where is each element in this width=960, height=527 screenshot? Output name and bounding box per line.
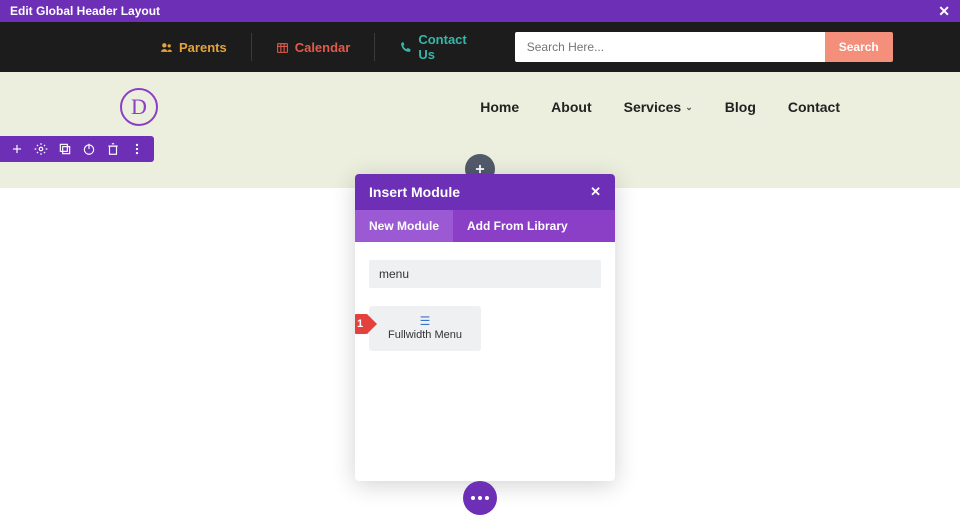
module-search-input[interactable] bbox=[369, 260, 601, 288]
calendar-icon bbox=[276, 41, 289, 54]
dot-icon bbox=[471, 496, 475, 500]
modal-tabs: New Module Add From Library bbox=[355, 210, 615, 242]
nav-blog[interactable]: Blog bbox=[725, 99, 756, 115]
tab-add-from-library[interactable]: Add From Library bbox=[453, 210, 582, 242]
edit-bar-title: Edit Global Header Layout bbox=[10, 4, 160, 18]
step-badge: 1 bbox=[355, 314, 369, 334]
insert-module-modal: Insert Module ✕ New Module Add From Libr… bbox=[355, 174, 615, 481]
nav-home[interactable]: Home bbox=[480, 99, 519, 115]
users-icon bbox=[160, 41, 173, 54]
module-fullwidth-menu[interactable]: ☰ Fullwidth Menu bbox=[369, 306, 481, 351]
contact-label: Contact Us bbox=[418, 32, 466, 62]
chevron-down-icon: ⌄ bbox=[685, 102, 693, 113]
search-wrap: Search bbox=[515, 32, 893, 62]
tab-new-module[interactable]: New Module bbox=[355, 210, 453, 242]
nav-contact[interactable]: Contact bbox=[788, 99, 840, 115]
duplicate-icon[interactable] bbox=[58, 142, 72, 156]
parents-label: Parents bbox=[179, 40, 227, 55]
add-icon[interactable] bbox=[10, 142, 24, 156]
more-icon[interactable] bbox=[130, 142, 144, 156]
modal-body: 1 ☰ Fullwidth Menu bbox=[355, 242, 615, 481]
phone-icon bbox=[399, 41, 412, 54]
modal-header: Insert Module ✕ bbox=[355, 174, 615, 210]
nav-about[interactable]: About bbox=[551, 99, 591, 115]
module-label: Fullwidth Menu bbox=[373, 329, 477, 341]
menu-icon: ☰ bbox=[373, 314, 477, 328]
site-logo[interactable]: D bbox=[120, 88, 158, 126]
section-toolbar bbox=[0, 136, 154, 162]
dot-icon bbox=[485, 496, 489, 500]
parents-link[interactable]: Parents bbox=[120, 33, 251, 61]
global-header-edit-bar: Edit Global Header Layout ✕ bbox=[0, 0, 960, 22]
calendar-link[interactable]: Calendar bbox=[251, 33, 375, 61]
utility-bar: Parents Calendar Contact Us Search bbox=[0, 22, 960, 72]
main-nav: Home About Services ⌄ Blog Contact bbox=[480, 99, 840, 115]
contact-link[interactable]: Contact Us bbox=[374, 33, 490, 61]
module-list: 1 ☰ Fullwidth Menu bbox=[369, 306, 601, 351]
gear-icon[interactable] bbox=[34, 142, 48, 156]
nav-services[interactable]: Services ⌄ bbox=[624, 99, 693, 115]
close-icon[interactable]: ✕ bbox=[590, 184, 601, 200]
search-button[interactable]: Search bbox=[825, 32, 893, 62]
power-icon[interactable] bbox=[82, 142, 96, 156]
nav-services-label: Services bbox=[624, 99, 682, 115]
logo-circle-icon: D bbox=[120, 88, 158, 126]
search-input[interactable] bbox=[515, 32, 825, 62]
dot-icon bbox=[478, 496, 482, 500]
close-icon[interactable]: ✕ bbox=[938, 3, 950, 20]
calendar-label: Calendar bbox=[295, 40, 351, 55]
trash-icon[interactable] bbox=[106, 142, 120, 156]
nav-row: D Home About Services ⌄ Blog Contact bbox=[0, 72, 960, 126]
page-options-fab[interactable] bbox=[463, 481, 497, 515]
modal-title: Insert Module bbox=[369, 184, 460, 200]
